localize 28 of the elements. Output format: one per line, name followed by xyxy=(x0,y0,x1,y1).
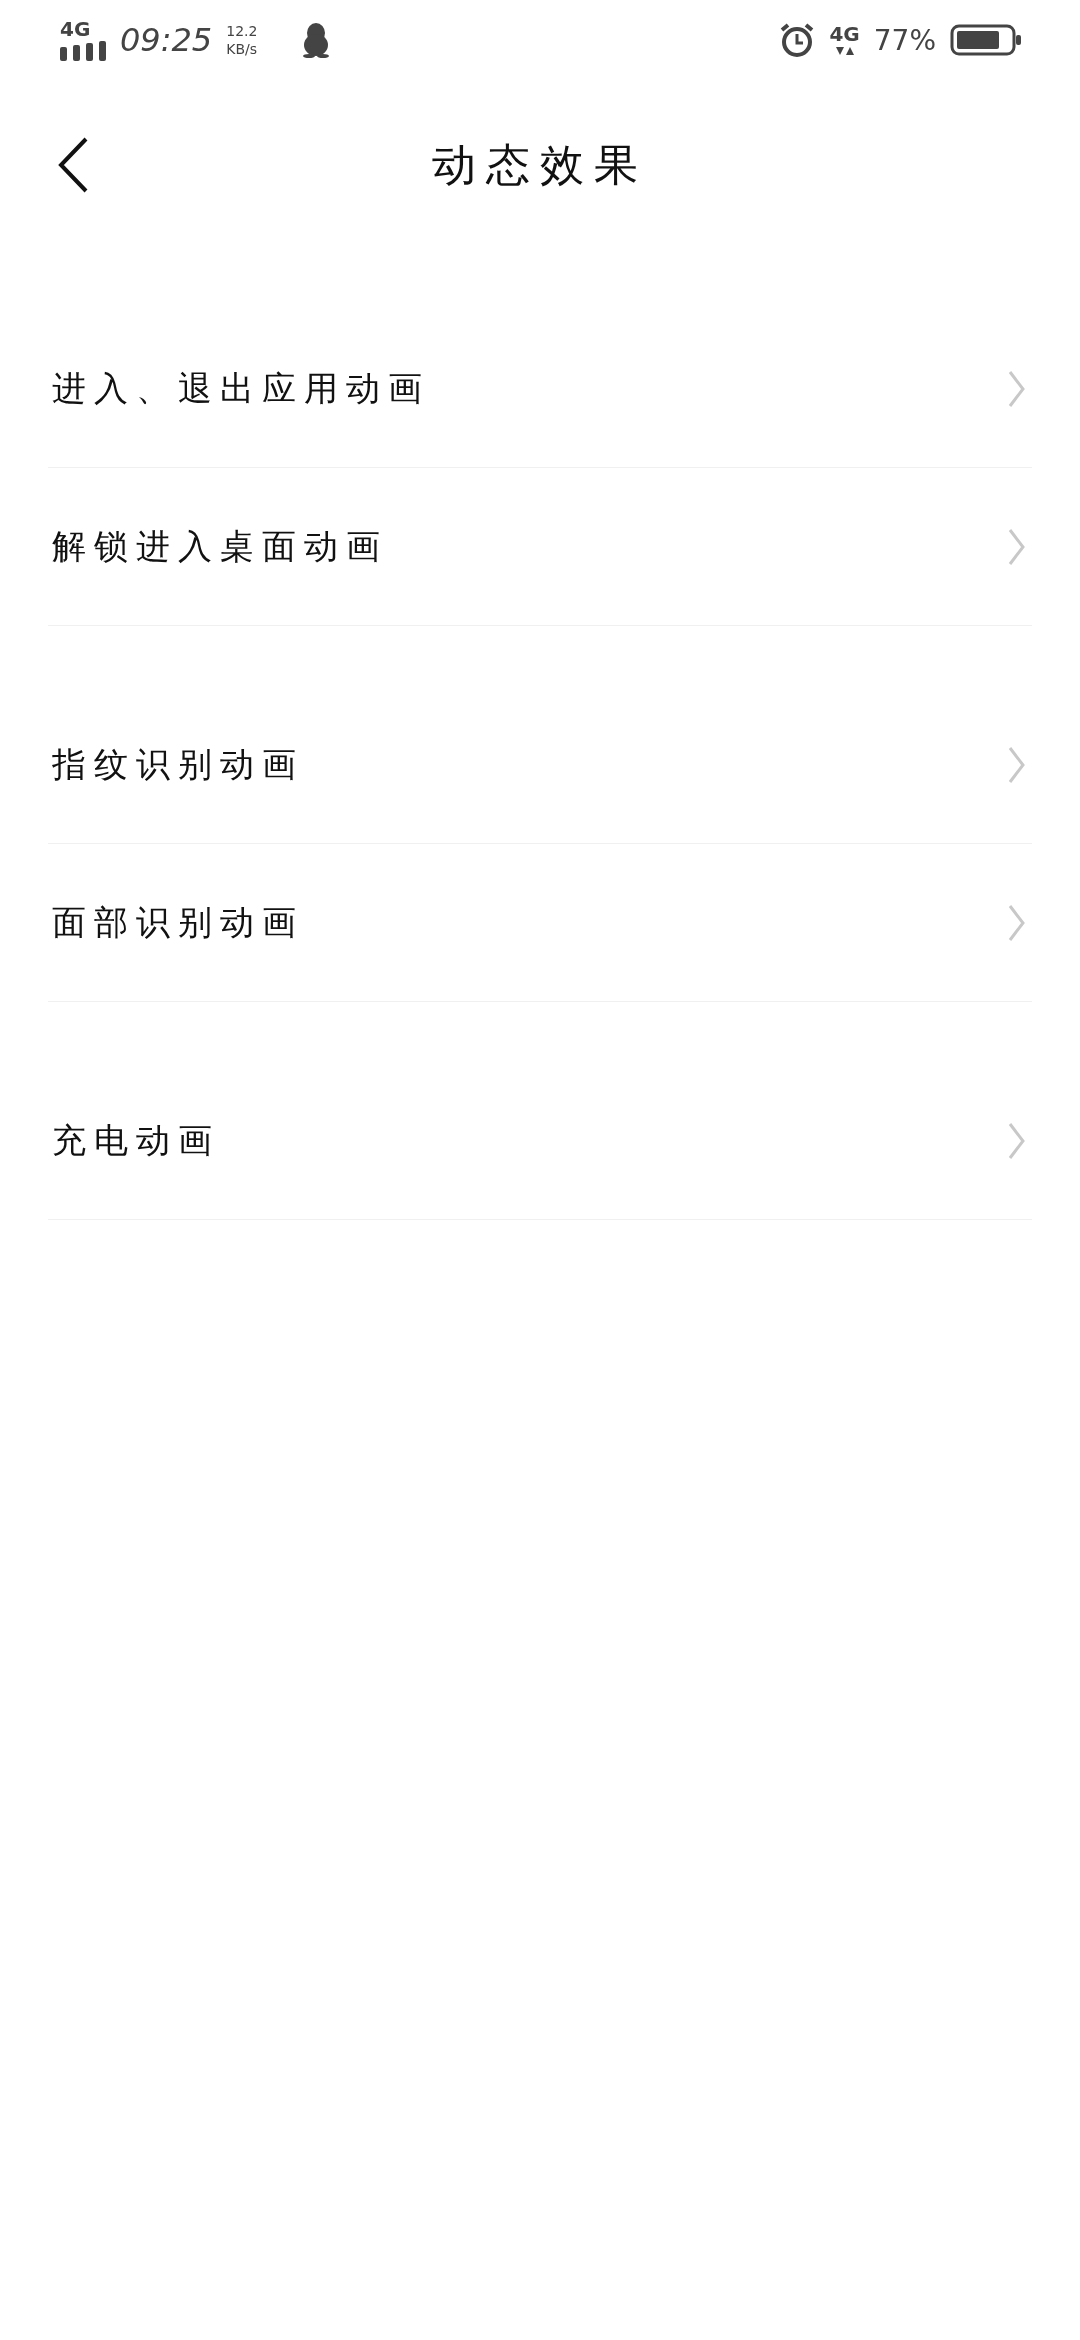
signal-icon xyxy=(60,41,106,61)
network-type: 4G xyxy=(829,24,860,44)
row-label: 指纹识别动画 xyxy=(52,742,304,786)
clock-time: 09:25 xyxy=(120,21,213,59)
row-label: 进入、退出应用动画 xyxy=(52,366,430,410)
settings-row[interactable]: 进入、退出应用动画 xyxy=(48,310,1032,468)
battery-icon xyxy=(950,24,1022,56)
row-label: 面部识别动画 xyxy=(52,900,304,944)
settings-row[interactable]: 充电动画 xyxy=(48,1062,1032,1220)
battery-percent: 77% xyxy=(873,23,936,57)
data-arrows-icon xyxy=(834,46,855,56)
row-label: 解锁进入桌面动画 xyxy=(52,524,388,568)
chevron-icon xyxy=(1008,1121,1026,1160)
chevron-icon xyxy=(1008,369,1026,408)
settings-row[interactable]: 解锁进入桌面动画 xyxy=(48,468,1032,626)
page-title: 动态效果 xyxy=(432,137,648,192)
chevron-icon xyxy=(1008,903,1026,942)
speed-unit: KB/s xyxy=(226,40,258,58)
alarm-icon xyxy=(779,22,816,58)
network-speed: 12.2 xyxy=(226,22,258,40)
row-label: 充电动画 xyxy=(52,1118,220,1162)
settings-row[interactable]: 指纹识别动画 xyxy=(48,686,1032,844)
penguin-icon xyxy=(301,22,332,58)
back-icon[interactable] xyxy=(56,136,90,194)
chevron-icon xyxy=(1008,745,1026,784)
chevron-icon xyxy=(1008,527,1026,566)
network-type: 4G xyxy=(60,19,91,39)
settings-row[interactable]: 面部识别动画 xyxy=(48,844,1032,1002)
